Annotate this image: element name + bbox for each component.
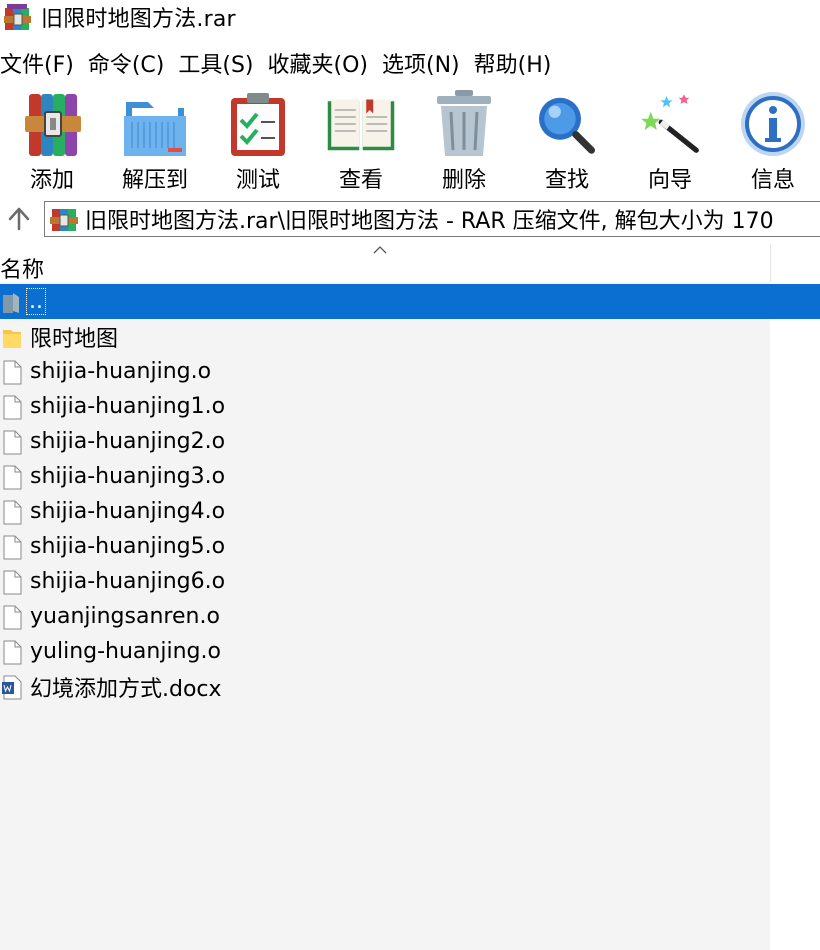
list-item-file[interactable]: yuling-huanjing.o	[0, 634, 770, 669]
list-item-file[interactable]: shijia-huanjing2.o	[0, 424, 770, 459]
up-arrow-icon[interactable]	[8, 207, 30, 231]
menu-commands[interactable]: 命令(C)	[88, 47, 165, 79]
wizard-label: 向导	[647, 168, 692, 193]
add-button[interactable]: 添加	[7, 88, 97, 196]
list-item-docx[interactable]: 幻境添加方式.docx	[0, 669, 770, 704]
view-label: 查看	[338, 168, 383, 193]
file-name: 限时地图	[30, 326, 119, 352]
file-name: shijia-huanjing5.o	[30, 534, 226, 559]
delete-label: 删除	[441, 168, 486, 193]
title-bar: 旧限时地图方法.rar	[0, 0, 820, 34]
file-icon	[3, 430, 22, 454]
find-magnifier-icon	[539, 97, 595, 154]
info-button[interactable]: 信息	[728, 88, 818, 196]
test-clipboard-icon	[231, 93, 285, 156]
view-book-icon	[327, 99, 395, 151]
file-icon	[3, 570, 22, 594]
list-item-file[interactable]: yuanjingsanren.o	[0, 599, 770, 634]
extract-to-button[interactable]: 解压到	[110, 88, 200, 196]
file-name: 幻境添加方式.docx	[30, 676, 222, 702]
parent-folder-icon	[3, 292, 19, 313]
window-title: 旧限时地图方法.rar	[41, 7, 236, 32]
file-icon	[3, 640, 22, 664]
file-name: shijia-huanjing.o	[30, 359, 212, 384]
list-item-file[interactable]: shijia-huanjing.o	[0, 354, 770, 389]
menu-bar: 文件(F) 命令(C) 工具(S) 收藏夹(O) 选项(N) 帮助(H)	[0, 46, 565, 80]
menu-file[interactable]: 文件(F)	[0, 47, 74, 79]
winrar-app-icon	[4, 4, 31, 30]
delete-button[interactable]: 删除	[419, 88, 509, 196]
address-path: 旧限时地图方法.rar\旧限时地图方法 - RAR 压缩文件, 解包大小为 17…	[85, 209, 774, 234]
folder-icon	[3, 329, 21, 348]
sort-ascending-icon	[373, 246, 387, 254]
file-name: yuling-huanjing.o	[30, 639, 221, 664]
file-icon	[3, 605, 22, 629]
address-bar: 旧限时地图方法.rar\旧限时地图方法 - RAR 压缩文件, 解包大小为 17…	[0, 199, 820, 241]
add-archive-icon	[25, 94, 81, 156]
list-item-file[interactable]: shijia-huanjing1.o	[0, 389, 770, 424]
file-name: shijia-huanjing3.o	[30, 464, 226, 489]
file-name: shijia-huanjing4.o	[30, 499, 226, 524]
add-label: 添加	[29, 168, 74, 193]
list-item-folder[interactable]: 限时地图	[0, 319, 770, 354]
list-item-file[interactable]: shijia-huanjing5.o	[0, 529, 770, 564]
file-icon	[3, 535, 22, 559]
delete-trash-icon	[437, 90, 491, 156]
list-item-file[interactable]: shijia-huanjing6.o	[0, 564, 770, 599]
menu-favorites[interactable]: 收藏夹(O)	[268, 47, 368, 79]
file-icon	[3, 395, 22, 419]
test-button[interactable]: 测试	[213, 88, 303, 196]
extract-to-label: 解压到	[121, 168, 188, 193]
find-label: 查找	[544, 168, 589, 193]
file-name: ..	[26, 288, 46, 315]
column-header-name[interactable]: 名称	[0, 244, 771, 283]
toolbar: 添加 解压到 测试 查看 删除 查找 向导 信息	[0, 84, 820, 196]
file-name: shijia-huanjing1.o	[30, 394, 226, 419]
file-icon	[3, 465, 22, 489]
extract-folder-icon	[124, 102, 186, 156]
list-item-parent[interactable]: ..	[0, 284, 820, 319]
menu-help[interactable]: 帮助(H)	[474, 47, 552, 79]
wizard-button[interactable]: 向导	[625, 88, 715, 196]
file-list: 名称 .. 限时地图 shijia-huanjing.o shijia-huan…	[0, 244, 820, 950]
info-icon	[741, 92, 805, 156]
list-item-file[interactable]: shijia-huanjing3.o	[0, 459, 770, 494]
list-item-file[interactable]: shijia-huanjing4.o	[0, 494, 770, 529]
menu-options[interactable]: 选项(N)	[382, 47, 460, 79]
archive-path-icon	[50, 209, 78, 231]
address-field[interactable]: 旧限时地图方法.rar\旧限时地图方法 - RAR 压缩文件, 解包大小为 17…	[44, 201, 820, 237]
file-icon	[3, 500, 22, 524]
find-button[interactable]: 查找	[522, 88, 612, 196]
test-label: 测试	[235, 168, 280, 193]
word-document-icon	[2, 675, 22, 699]
menu-tools[interactable]: 工具(S)	[178, 47, 253, 79]
file-name: shijia-huanjing2.o	[30, 429, 226, 454]
list-right-blank	[770, 282, 820, 950]
view-button[interactable]: 查看	[316, 88, 406, 196]
wizard-wand-icon	[641, 94, 699, 153]
file-name: shijia-huanjing6.o	[30, 569, 226, 594]
column-name-label: 名称	[0, 258, 45, 283]
file-name: yuanjingsanren.o	[30, 604, 220, 629]
file-icon	[3, 360, 22, 384]
info-label: 信息	[750, 168, 795, 193]
